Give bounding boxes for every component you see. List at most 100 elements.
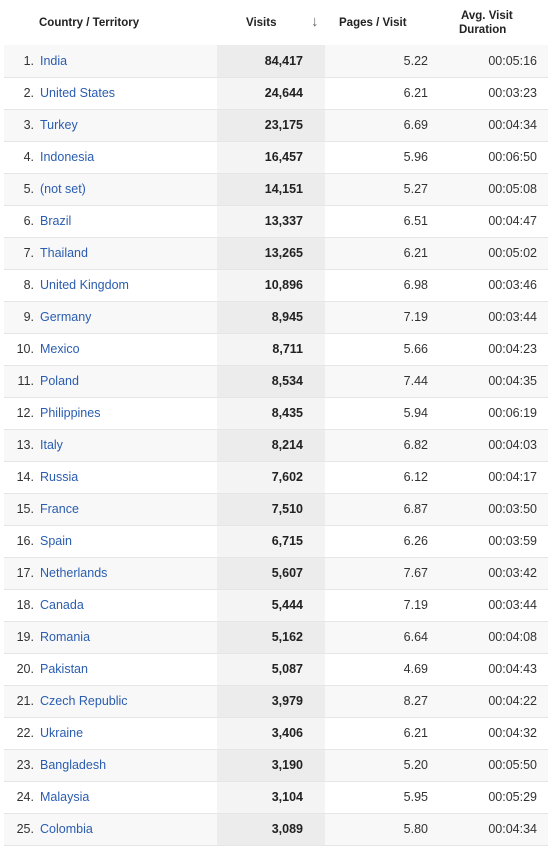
pages-per-visit: 5.66 — [325, 333, 428, 366]
table-row: 25. Colombia 3,089 5.80 00:04:34 — [4, 813, 548, 846]
avg-visit-duration: 00:05:50 — [428, 749, 548, 782]
visits-value: 13,265 — [264, 246, 303, 260]
country-link[interactable]: Indonesia — [40, 141, 217, 174]
pages-per-visit: 6.82 — [325, 429, 428, 462]
country-link[interactable]: (not set) — [40, 173, 217, 206]
pages-per-visit: 5.20 — [325, 749, 428, 782]
rank: 19. — [4, 621, 40, 654]
table-row: 3. Turkey 23,175 6.69 00:04:34 — [4, 109, 548, 142]
pages-per-visit: 6.26 — [325, 525, 428, 558]
header-duration-line2[interactable]: Duration — [459, 24, 506, 36]
pages-per-visit: 5.95 — [325, 781, 428, 814]
visits-value: 7,510 — [271, 502, 303, 516]
country-link[interactable]: Malaysia — [40, 781, 217, 814]
avg-visit-duration: 00:04:34 — [428, 813, 548, 846]
rank: 1. — [4, 45, 40, 78]
rank: 7. — [4, 237, 40, 270]
country-link[interactable]: United States — [40, 77, 217, 110]
pages-per-visit: 7.67 — [325, 557, 428, 590]
table-row: 16. Spain 6,715 6.26 00:03:59 — [4, 525, 548, 558]
pages-per-visit: 6.87 — [325, 493, 428, 526]
visits-value: 8,435 — [271, 406, 303, 420]
header-pages-per-visit[interactable]: Pages / Visit — [339, 17, 407, 29]
country-link[interactable]: Bangladesh — [40, 749, 217, 782]
table-row: 19. Romania 5,162 6.64 00:04:08 — [4, 621, 548, 654]
visits-cell: 24,644 — [217, 77, 325, 110]
table-row: 6. Brazil 13,337 6.51 00:04:47 — [4, 205, 548, 238]
rank: 18. — [4, 589, 40, 622]
rank: 9. — [4, 301, 40, 334]
avg-visit-duration: 00:06:19 — [428, 397, 548, 430]
country-link[interactable]: France — [40, 493, 217, 526]
avg-visit-duration: 00:04:03 — [428, 429, 548, 462]
pages-per-visit: 8.27 — [325, 685, 428, 718]
country-link[interactable]: Romania — [40, 621, 217, 654]
table-row: 13. Italy 8,214 6.82 00:04:03 — [4, 429, 548, 462]
country-link[interactable]: Russia — [40, 461, 217, 494]
rank: 21. — [4, 685, 40, 718]
table-row: 15. France 7,510 6.87 00:03:50 — [4, 493, 548, 526]
pages-per-visit: 7.19 — [325, 301, 428, 334]
country-link[interactable]: Germany — [40, 301, 217, 334]
pages-per-visit: 5.80 — [325, 813, 428, 846]
country-link[interactable]: Poland — [40, 365, 217, 398]
avg-visit-duration: 00:04:47 — [428, 205, 548, 238]
visits-cell: 7,510 — [217, 493, 325, 526]
header-country[interactable]: Country / Territory — [39, 17, 139, 29]
table-row: 14. Russia 7,602 6.12 00:04:17 — [4, 461, 548, 494]
header-visits[interactable]: Visits — [246, 17, 276, 29]
country-link[interactable]: India — [40, 45, 217, 78]
country-link[interactable]: Mexico — [40, 333, 217, 366]
country-link[interactable]: Colombia — [40, 813, 217, 846]
visits-value: 5,087 — [271, 662, 303, 676]
header-duration-line1[interactable]: Avg. Visit — [461, 10, 513, 22]
pages-per-visit: 6.21 — [325, 77, 428, 110]
avg-visit-duration: 00:04:35 — [428, 365, 548, 398]
country-link[interactable]: Thailand — [40, 237, 217, 270]
visits-value: 3,104 — [271, 790, 303, 804]
avg-visit-duration: 00:04:34 — [428, 109, 548, 142]
avg-visit-duration: 00:03:50 — [428, 493, 548, 526]
country-link[interactable]: Italy — [40, 429, 217, 462]
visits-value: 3,979 — [271, 694, 303, 708]
table-row: 4. Indonesia 16,457 5.96 00:06:50 — [4, 141, 548, 174]
country-link[interactable]: Canada — [40, 589, 217, 622]
rank: 16. — [4, 525, 40, 558]
country-link[interactable]: Czech Republic — [40, 685, 217, 718]
avg-visit-duration: 00:05:29 — [428, 781, 548, 814]
visits-cell: 5,607 — [217, 557, 325, 590]
avg-visit-duration: 00:04:08 — [428, 621, 548, 654]
table-row: 8. United Kingdom 10,896 6.98 00:03:46 — [4, 269, 548, 302]
country-link[interactable]: Philippines — [40, 397, 217, 430]
rank: 5. — [4, 173, 40, 206]
country-link[interactable]: Turkey — [40, 109, 217, 142]
visits-value: 3,406 — [271, 726, 303, 740]
table-row: 20. Pakistan 5,087 4.69 00:04:43 — [4, 653, 548, 686]
avg-visit-duration: 00:03:23 — [428, 77, 548, 110]
visits-cell: 5,162 — [217, 621, 325, 654]
visits-value: 16,457 — [264, 150, 303, 164]
country-link[interactable]: Netherlands — [40, 557, 217, 590]
country-link[interactable]: United Kingdom — [40, 269, 217, 302]
country-link[interactable]: Brazil — [40, 205, 217, 238]
avg-visit-duration: 00:03:46 — [428, 269, 548, 302]
visits-cell: 8,711 — [217, 333, 325, 366]
avg-visit-duration: 00:03:44 — [428, 301, 548, 334]
avg-visit-duration: 00:04:22 — [428, 685, 548, 718]
pages-per-visit: 5.22 — [325, 45, 428, 78]
rank: 24. — [4, 781, 40, 814]
visits-value: 6,715 — [271, 534, 303, 548]
visits-value: 8,534 — [271, 374, 303, 388]
visits-cell: 84,417 — [217, 45, 325, 78]
rank: 14. — [4, 461, 40, 494]
table-row: 22. Ukraine 3,406 6.21 00:04:32 — [4, 717, 548, 750]
country-link[interactable]: Ukraine — [40, 717, 217, 750]
country-link[interactable]: Pakistan — [40, 653, 217, 686]
visits-cell: 8,945 — [217, 301, 325, 334]
rank: 20. — [4, 653, 40, 686]
rank: 10. — [4, 333, 40, 366]
visits-value: 84,417 — [264, 53, 303, 68]
arrow-down-icon[interactable]: ↓ — [311, 13, 319, 30]
country-link[interactable]: Spain — [40, 525, 217, 558]
visits-value: 8,711 — [272, 342, 303, 356]
